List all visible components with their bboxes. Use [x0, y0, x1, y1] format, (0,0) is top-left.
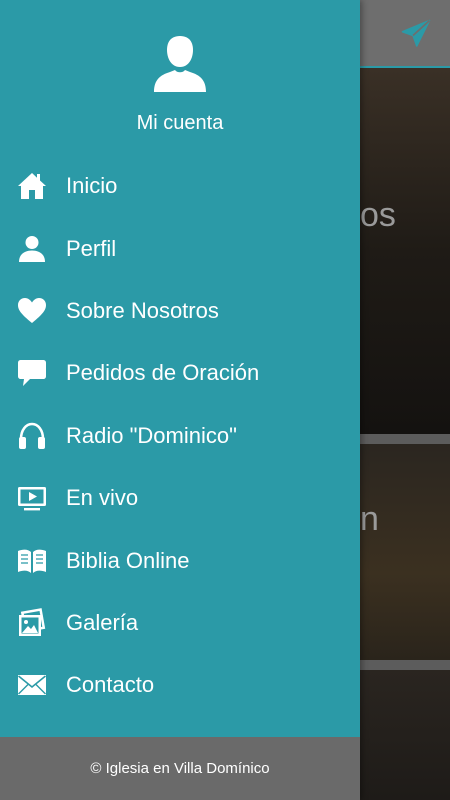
content-card[interactable]: [360, 670, 450, 800]
drawer-menu: Inicio Perfil Sobre Nosotros Pedidos de …: [0, 155, 360, 717]
home-icon: [16, 170, 48, 202]
content-card[interactable]: [360, 444, 450, 660]
menu-item-label: Pedidos de Oración: [66, 360, 260, 386]
chat-bubble-icon: [16, 357, 48, 389]
card-divider: [360, 434, 450, 444]
send-icon[interactable]: [398, 16, 434, 52]
menu-item-label: Biblia Online: [66, 547, 190, 573]
menu-item-label: Inicio: [66, 173, 118, 199]
tv-play-icon: [16, 482, 48, 514]
menu-item-perfil[interactable]: Perfil: [0, 217, 360, 279]
card-divider: [360, 660, 450, 670]
headphones-icon: [16, 420, 48, 452]
menu-item-label: Radio "Dominico": [66, 422, 237, 448]
account-header[interactable]: Mi cuenta: [0, 0, 360, 150]
menu-item-galeria[interactable]: Galería: [0, 592, 360, 654]
drawer-footer: © Iglesia en Villa Domínico: [0, 737, 360, 800]
copyright-text: © Iglesia en Villa Domínico: [90, 760, 270, 777]
gallery-icon: [16, 607, 48, 639]
person-icon: [16, 233, 48, 265]
card-title: os: [360, 196, 396, 234]
menu-item-label: Perfil: [66, 235, 117, 261]
menu-item-pedidos-de-oracion[interactable]: Pedidos de Oración: [0, 342, 360, 404]
menu-item-en-vivo[interactable]: En vivo: [0, 467, 360, 529]
menu-item-radio[interactable]: Radio "Dominico": [0, 405, 360, 467]
navigation-drawer: Mi cuenta Inicio Perfil Sobre Nosotros P…: [0, 0, 360, 800]
menu-item-label: En vivo: [66, 485, 139, 511]
menu-item-inicio[interactable]: Inicio: [0, 155, 360, 217]
menu-item-label: Galería: [66, 609, 139, 635]
book-icon: [16, 545, 48, 577]
avatar-icon: [154, 36, 206, 92]
menu-item-contacto[interactable]: Contacto: [0, 654, 360, 716]
heart-icon: [16, 295, 48, 327]
menu-item-sobre-nosotros[interactable]: Sobre Nosotros: [0, 280, 360, 342]
menu-item-biblia-online[interactable]: Biblia Online: [0, 529, 360, 591]
account-label: Mi cuenta: [136, 112, 224, 134]
content-card[interactable]: [360, 68, 450, 434]
menu-item-label: Contacto: [66, 672, 155, 698]
envelope-icon: [16, 669, 48, 701]
menu-item-label: Sobre Nosotros: [66, 297, 219, 323]
card-title: n: [360, 500, 379, 538]
